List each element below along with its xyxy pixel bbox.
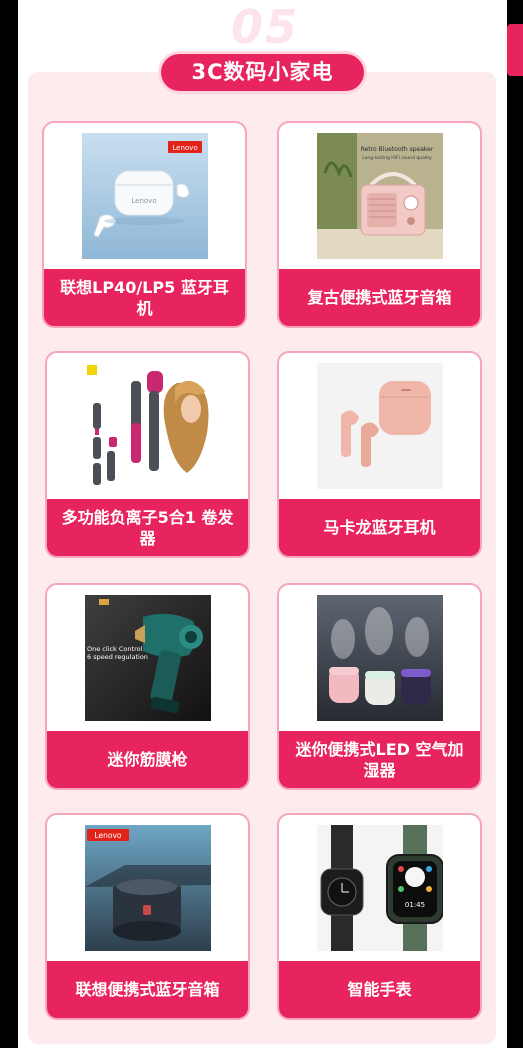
svg-text:01:45: 01:45 (405, 901, 425, 909)
product-image-retro-speaker: Retro Bluetooth speaker Long-lasting HIF… (317, 133, 443, 259)
product-card-smart-watch[interactable]: 01:45 智能手表 (277, 813, 482, 1020)
product-label: 马卡龙蓝牙耳机 (279, 499, 480, 556)
product-image-lenovo-speaker: Lenovo (85, 825, 211, 951)
svg-text:One click Control: One click Control (87, 645, 143, 653)
product-label: 联想便携式蓝牙音箱 (47, 961, 248, 1018)
edge-accent-tab (507, 24, 523, 76)
product-image-smart-watch: 01:45 (317, 825, 443, 951)
svg-text:Lenovo: Lenovo (131, 197, 156, 205)
product-label: 迷你筋膜枪 (47, 731, 248, 788)
product-label: 联想LP40/LP5 蓝牙耳机 (44, 269, 245, 326)
product-image-massage-gun: One click Control 6 speed regulation (85, 595, 211, 721)
product-card-macaron-earbuds[interactable]: 马卡龙蓝牙耳机 (277, 351, 482, 558)
section-number: 05 (230, 0, 299, 54)
section-title: 3C数码小家电 (158, 51, 367, 94)
product-image-lenovo-earbuds: Lenovo Lenovo (82, 133, 208, 259)
product-card-humidifier[interactable]: 迷你便携式LED 空气加湿器 (277, 583, 482, 790)
product-card-lenovo-speaker[interactable]: Lenovo 联想便携式蓝牙音箱 (45, 813, 250, 1020)
product-label: 智能手表 (279, 961, 480, 1018)
product-image-macaron-earbuds (317, 363, 443, 489)
product-card-lenovo-earbuds[interactable]: Lenovo Lenovo 联想LP40/LP5 蓝牙耳机 (42, 121, 247, 328)
product-label: 复古便携式蓝牙音箱 (279, 269, 480, 326)
product-image-humidifier (317, 595, 443, 721)
product-image-hair-styler (85, 363, 211, 489)
product-card-hair-styler[interactable]: 多功能负离子5合1 卷发器 (45, 351, 250, 558)
svg-text:6 speed regulation: 6 speed regulation (87, 653, 148, 661)
product-card-retro-speaker[interactable]: Retro Bluetooth speaker Long-lasting HIF… (277, 121, 482, 328)
svg-text:Lenovo: Lenovo (94, 831, 121, 840)
svg-text:Retro Bluetooth speaker: Retro Bluetooth speaker (361, 146, 434, 153)
svg-text:Long-lasting HIFI sound qualit: Long-lasting HIFI sound quality (362, 155, 432, 161)
svg-text:Lenovo: Lenovo (172, 144, 197, 152)
product-card-massage-gun[interactable]: One click Control 6 speed regulation 迷你筋… (45, 583, 250, 790)
product-label: 迷你便携式LED 空气加湿器 (279, 731, 480, 788)
product-label: 多功能负离子5合1 卷发器 (47, 499, 248, 556)
